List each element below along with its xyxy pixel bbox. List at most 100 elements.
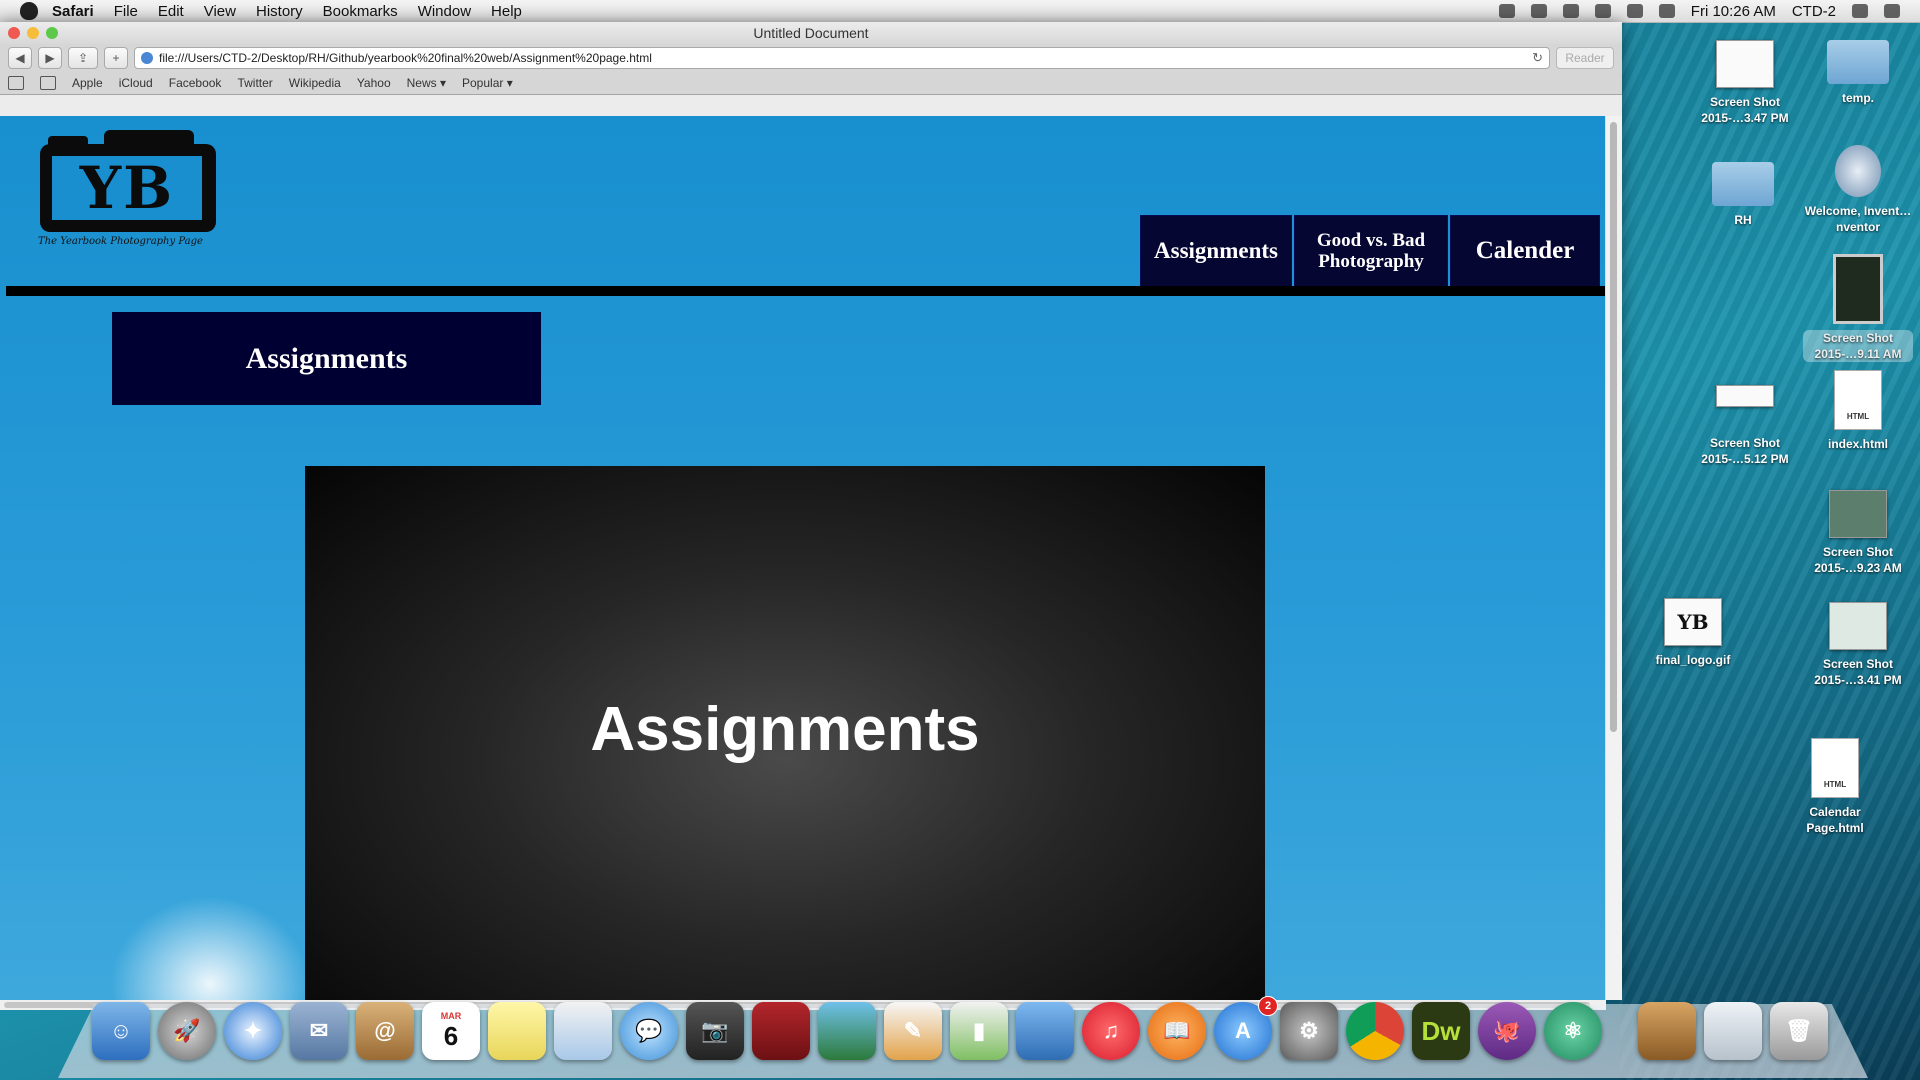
html-file-icon: HTML	[1834, 370, 1882, 430]
dock-items: ☺ 🚀 ✦ ✉ @ MAR 6 💬 📷 ✎ ▮ ♫ 📖 A 2 ⚙ Dw 🐙 ⚛…	[92, 996, 1828, 1060]
zoom-window-button[interactable]	[46, 27, 58, 39]
menu-help[interactable]: Help	[491, 3, 522, 20]
facetime-icon[interactable]: 📷	[686, 1002, 744, 1060]
time-machine-icon[interactable]	[1562, 4, 1579, 18]
bookmark-news[interactable]: News ▾	[407, 76, 446, 90]
address-bar[interactable]: file:///Users/CTD-2/Desktop/RH/Github/ye…	[134, 47, 1550, 69]
notification-icon[interactable]	[1498, 4, 1515, 18]
mail-icon[interactable]: ✉	[290, 1002, 348, 1060]
calendar-month: MAR	[440, 1010, 462, 1021]
web-page: YB The Yearbook Photography Page Assignm…	[0, 116, 1606, 1000]
menu-window[interactable]: Window	[418, 3, 471, 20]
desktop-icon-label: Screen Shot 2015-…9.11 AM	[1803, 330, 1913, 362]
calendar-icon[interactable]: MAR 6	[422, 1002, 480, 1060]
ibooks-icon[interactable]: 📖	[1148, 1002, 1206, 1060]
desktop-file-final-logo[interactable]: YB final_logo.gif	[1638, 598, 1748, 668]
chrome-icon[interactable]	[1346, 1002, 1404, 1060]
safari-icon[interactable]: ✦	[224, 1002, 282, 1060]
screenshot-file-icon	[1833, 254, 1883, 324]
menu-view[interactable]: View	[204, 3, 236, 20]
desktop-app-welcome[interactable]: Welcome, Invent…nventor	[1803, 145, 1913, 235]
menu-edit[interactable]: Edit	[158, 3, 184, 20]
desktop-file-screenshot-347[interactable]: Screen Shot 2015-…3.47 PM	[1690, 40, 1800, 126]
photo-booth-icon[interactable]	[752, 1002, 810, 1060]
menu-bookmarks[interactable]: Bookmarks	[323, 3, 398, 20]
logo-file-icon: YB	[1664, 598, 1722, 646]
nav-assignments[interactable]: Assignments	[1140, 215, 1292, 287]
keynote-icon[interactable]	[1016, 1002, 1074, 1060]
system-preferences-icon[interactable]: ⚙	[1280, 1002, 1338, 1060]
github-icon[interactable]: 🐙	[1478, 1002, 1536, 1060]
desktop-folder-temp[interactable]: temp.	[1803, 40, 1913, 106]
desktop-icon-label: Screen Shot 2015-…5.12 PM	[1701, 436, 1789, 466]
calendar-day: 6	[443, 1020, 459, 1051]
app-store-badge: 2	[1258, 996, 1278, 1016]
reload-icon[interactable]: ↻	[1532, 50, 1543, 66]
bookmark-yahoo[interactable]: Yahoo	[357, 76, 391, 90]
launchpad-icon[interactable]: 🚀	[158, 1002, 216, 1060]
menu-app-name[interactable]: Safari	[52, 3, 94, 20]
reader-button[interactable]: Reader	[1556, 47, 1614, 69]
site-logo[interactable]: YB The Yearbook Photography Page	[38, 126, 228, 252]
dreamweaver-icon[interactable]: Dw	[1412, 1002, 1470, 1060]
contacts-icon[interactable]: @	[356, 1002, 414, 1060]
documents-stack-icon[interactable]	[1704, 1002, 1762, 1060]
finder-icon[interactable]: ☺	[92, 1002, 150, 1060]
notes-icon[interactable]	[488, 1002, 546, 1060]
desktop-file-screenshot-911[interactable]: Screen Shot 2015-…9.11 AM	[1803, 254, 1913, 362]
bookmark-apple[interactable]: Apple	[72, 76, 103, 90]
bluetooth-icon[interactable]	[1594, 4, 1611, 18]
desktop-file-calendar-html[interactable]: HTML Calendar Page.html	[1780, 738, 1890, 836]
bookmark-twitter[interactable]: Twitter	[237, 76, 272, 90]
desktop-file-screenshot-512[interactable]: Screen Shot 2015-…5.12 PM	[1690, 385, 1800, 467]
notification-center-icon[interactable]	[1884, 4, 1900, 18]
menu-file[interactable]: File	[114, 3, 138, 20]
share-button[interactable]: ⇪	[68, 47, 98, 69]
trash-icon[interactable]: 🗑	[1770, 1002, 1828, 1060]
close-window-button[interactable]	[8, 27, 20, 39]
bookmark-wikipedia[interactable]: Wikipedia	[289, 76, 341, 90]
menu-user[interactable]: CTD-2	[1792, 3, 1836, 20]
back-button[interactable]: ◀	[8, 47, 32, 69]
desktop-folder-rh[interactable]: RH	[1688, 162, 1798, 228]
menu-clock[interactable]: Fri 10:26 AM	[1691, 3, 1776, 20]
bookmark-icloud[interactable]: iCloud	[119, 76, 153, 90]
maps-icon[interactable]	[554, 1002, 612, 1060]
desktop-file-screenshot-341[interactable]: Screen Shot 2015-…3.41 PM	[1803, 602, 1913, 688]
folder-icon	[1827, 40, 1889, 84]
downloads-stack-icon[interactable]	[1638, 1002, 1696, 1060]
desktop-file-screenshot-923[interactable]: Screen Shot 2015-…9.23 AM	[1803, 490, 1913, 576]
itunes-icon[interactable]: ♫	[1082, 1002, 1140, 1060]
address-text: file:///Users/CTD-2/Desktop/RH/Github/ye…	[159, 51, 652, 65]
volume-icon[interactable]	[1658, 4, 1675, 18]
minimize-window-button[interactable]	[27, 27, 39, 39]
slideshow-frame[interactable]: Assignments	[305, 466, 1265, 1000]
atom-icon[interactable]: ⚛	[1544, 1002, 1602, 1060]
nav-calender[interactable]: Calender	[1450, 215, 1600, 287]
forward-button[interactable]: ▶	[38, 47, 62, 69]
pages-icon[interactable]: ✎	[884, 1002, 942, 1060]
desktop-file-index-html[interactable]: HTML index.html	[1803, 370, 1913, 452]
airplay-icon[interactable]	[1530, 4, 1547, 18]
messages-icon[interactable]: 💬	[620, 1002, 678, 1060]
top-sites-icon[interactable]	[40, 76, 56, 90]
bookmark-popular[interactable]: Popular ▾	[462, 76, 513, 90]
wifi-icon[interactable]	[1626, 4, 1643, 18]
vertical-scroll-thumb[interactable]	[1610, 122, 1617, 732]
menu-history[interactable]: History	[256, 3, 303, 20]
iphoto-icon[interactable]	[818, 1002, 876, 1060]
desktop-icon-label: temp.	[1841, 91, 1874, 105]
nav-good-vs-bad[interactable]: Good vs. Bad Photography	[1294, 215, 1448, 287]
dreamweaver-label: Dw	[1421, 1015, 1461, 1046]
app-store-icon[interactable]: A 2	[1214, 996, 1278, 1060]
numbers-icon[interactable]: ▮	[950, 1002, 1008, 1060]
vertical-scrollbar[interactable]	[1605, 116, 1622, 1000]
desktop-icon-label: index.html	[1827, 437, 1888, 451]
spotlight-icon[interactable]	[1852, 4, 1868, 18]
reading-list-icon[interactable]	[8, 76, 24, 90]
add-bookmark-button[interactable]: +	[104, 47, 128, 69]
window-title: Untitled Document	[753, 25, 869, 41]
apple-menu-icon[interactable]	[20, 2, 38, 20]
bookmark-facebook[interactable]: Facebook	[169, 76, 222, 90]
screenshot-file-icon	[1716, 385, 1774, 407]
